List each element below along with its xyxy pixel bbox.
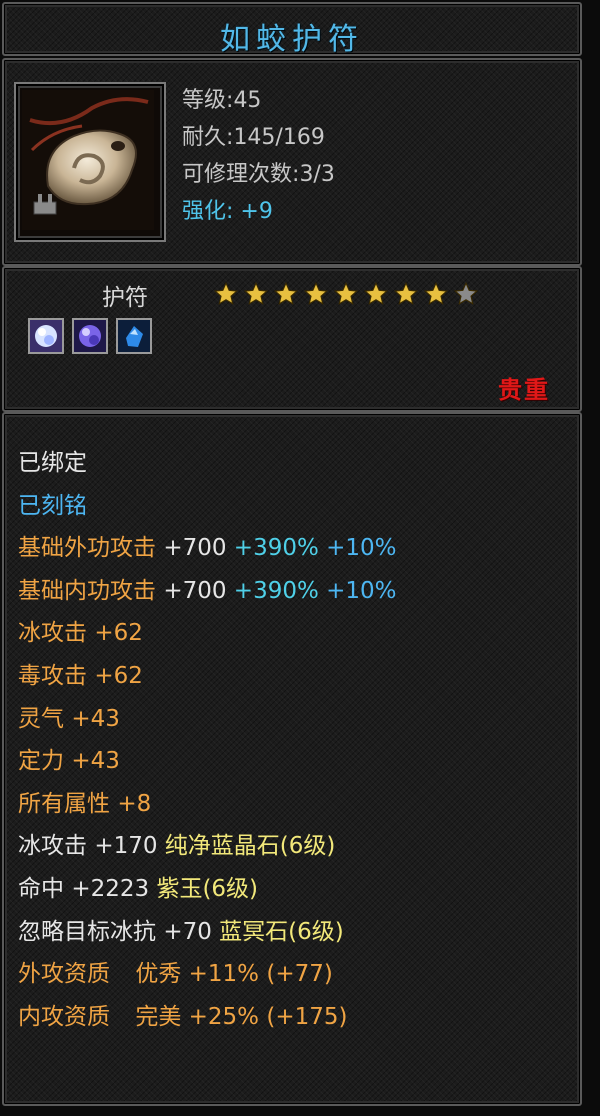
star-filled-icon [392,281,420,307]
attr-percent: +390% [233,535,319,562]
socket-gem-name: 蓝冥石(6级) [219,918,344,945]
star-filled-icon [242,281,270,307]
attr-base-outer: 基础外功攻击 +700 +390% +10% [18,527,397,570]
attr-value: +43 [71,705,120,732]
star-filled-icon [422,281,450,307]
aptitude-grade: 优秀 [135,961,182,988]
socket-attr-value: +2223 [71,875,150,902]
item-icon-slot[interactable] [14,82,166,242]
durability-value: 145/169 [233,125,325,150]
attr-label: 基础外功攻击 [18,535,156,562]
level-label: 等级 [182,88,227,113]
aptitude-value: +11% [188,961,260,988]
level-row: 等级:45 [182,88,262,113]
socket-line: 命中 +2223 紫玉(6级) [18,868,397,911]
item-info-panel: 等级:45 耐久:145/169 可修理次数:3/3 强化: +9 [2,58,582,266]
attr-spirit: 灵气 +43 [18,698,397,741]
attr-label: 冰攻击 [18,620,87,647]
socket-line: 冰攻击 +170 纯净蓝晶石(6级) [18,825,397,868]
repairs-label: 可修理次数 [182,162,293,187]
attr-base-inner: 基础内功攻击 +700 +390% +10% [18,570,397,613]
star-empty-icon [452,281,480,307]
socket-line: 忽略目标冰抗 +70 蓝冥石(6级) [18,911,397,954]
attr-poison-attack: 毒攻击 +62 [18,655,397,698]
attr-value: +700 [163,577,227,604]
bound-status: 已绑定 [18,450,87,476]
repairs-row: 可修理次数:3/3 [182,162,335,187]
attr-label: 定力 [18,748,64,775]
item-stats: 等级:45 耐久:145/169 可修理次数:3/3 强化: +9 [182,82,335,230]
gem-sockets [28,318,152,354]
attr-bonus-percent: +10% [326,535,397,562]
socket-attr-value: +170 [94,833,158,860]
aptitude-label: 外攻资质 [18,961,110,988]
blue-gem-icon[interactable] [116,318,152,354]
enhance-row: 强化: +9 [182,199,273,224]
attr-percent: +390% [233,577,319,604]
attr-all-attributes: 所有属性 +8 [18,783,397,826]
aptitude-value: +25% [188,1003,260,1030]
socket-attr-label: 冰攻击 [18,833,87,860]
aptitude-bonus: (+77) [266,961,333,988]
attributes-panel: 已绑定 已刻铭 基础外功攻击 +700 +390% +10% 基础内功攻击 +7… [2,412,582,1106]
attr-value: +62 [94,662,143,689]
aptitude-grade: 完美 [135,1003,182,1030]
purple-gem-icon[interactable] [72,318,108,354]
enhance-value: +9 [240,199,273,224]
attr-value: +62 [94,620,143,647]
durability-label: 耐久 [182,125,227,150]
aptitude-line: 外攻资质 优秀 +11% (+77) [18,953,397,996]
star-filled-icon [212,281,240,307]
attr-label: 毒攻击 [18,662,87,689]
white-gem-icon[interactable] [28,318,64,354]
socket-attr-value: +70 [163,918,212,945]
socket-gem-name: 紫玉(6级) [156,875,259,902]
durability-row: 耐久:145/169 [182,125,325,150]
socket-gem-name: 纯净蓝晶石(6级) [164,833,336,860]
jade-pendant-icon [22,90,154,230]
item-type-panel: 护符 贵重 [2,266,582,412]
repairs-value: 3/3 [299,162,335,187]
aptitude-bonus: (+175) [266,1003,348,1030]
aptitude-label: 内攻资质 [18,1003,110,1030]
item-title: 如蛟护符 [220,22,364,57]
star-filled-icon [332,281,360,307]
attribute-list: 已绑定 已刻铭 基础外功攻击 +700 +390% +10% 基础内功攻击 +7… [18,442,397,1038]
attr-bonus-percent: +10% [326,577,397,604]
star-filled-icon [302,281,330,307]
title-bar: 如蛟护符 [2,2,582,57]
socket-attr-label: 忽略目标冰抗 [18,918,156,945]
aptitude-line: 内攻资质 完美 +25% (+175) [18,996,397,1039]
attr-label: 基础内功攻击 [18,577,156,604]
star-rating [212,281,480,307]
rarity-label: 贵重 [498,376,550,404]
level-value: 45 [233,88,262,113]
attr-label: 所有属性 [18,790,110,817]
engraved-status: 已刻铭 [18,492,87,519]
item-type-label: 护符 [102,285,148,311]
attr-value: +8 [117,790,152,817]
star-filled-icon [362,281,390,307]
attr-label: 灵气 [18,705,64,732]
socket-attr-label: 命中 [18,875,64,902]
enhance-label: 强化 [182,199,227,224]
attr-ice-attack: 冰攻击 +62 [18,612,397,655]
attr-value: +700 [163,535,227,562]
attr-value: +43 [71,748,120,775]
star-filled-icon [272,281,300,307]
attr-focus: 定力 +43 [18,740,397,783]
